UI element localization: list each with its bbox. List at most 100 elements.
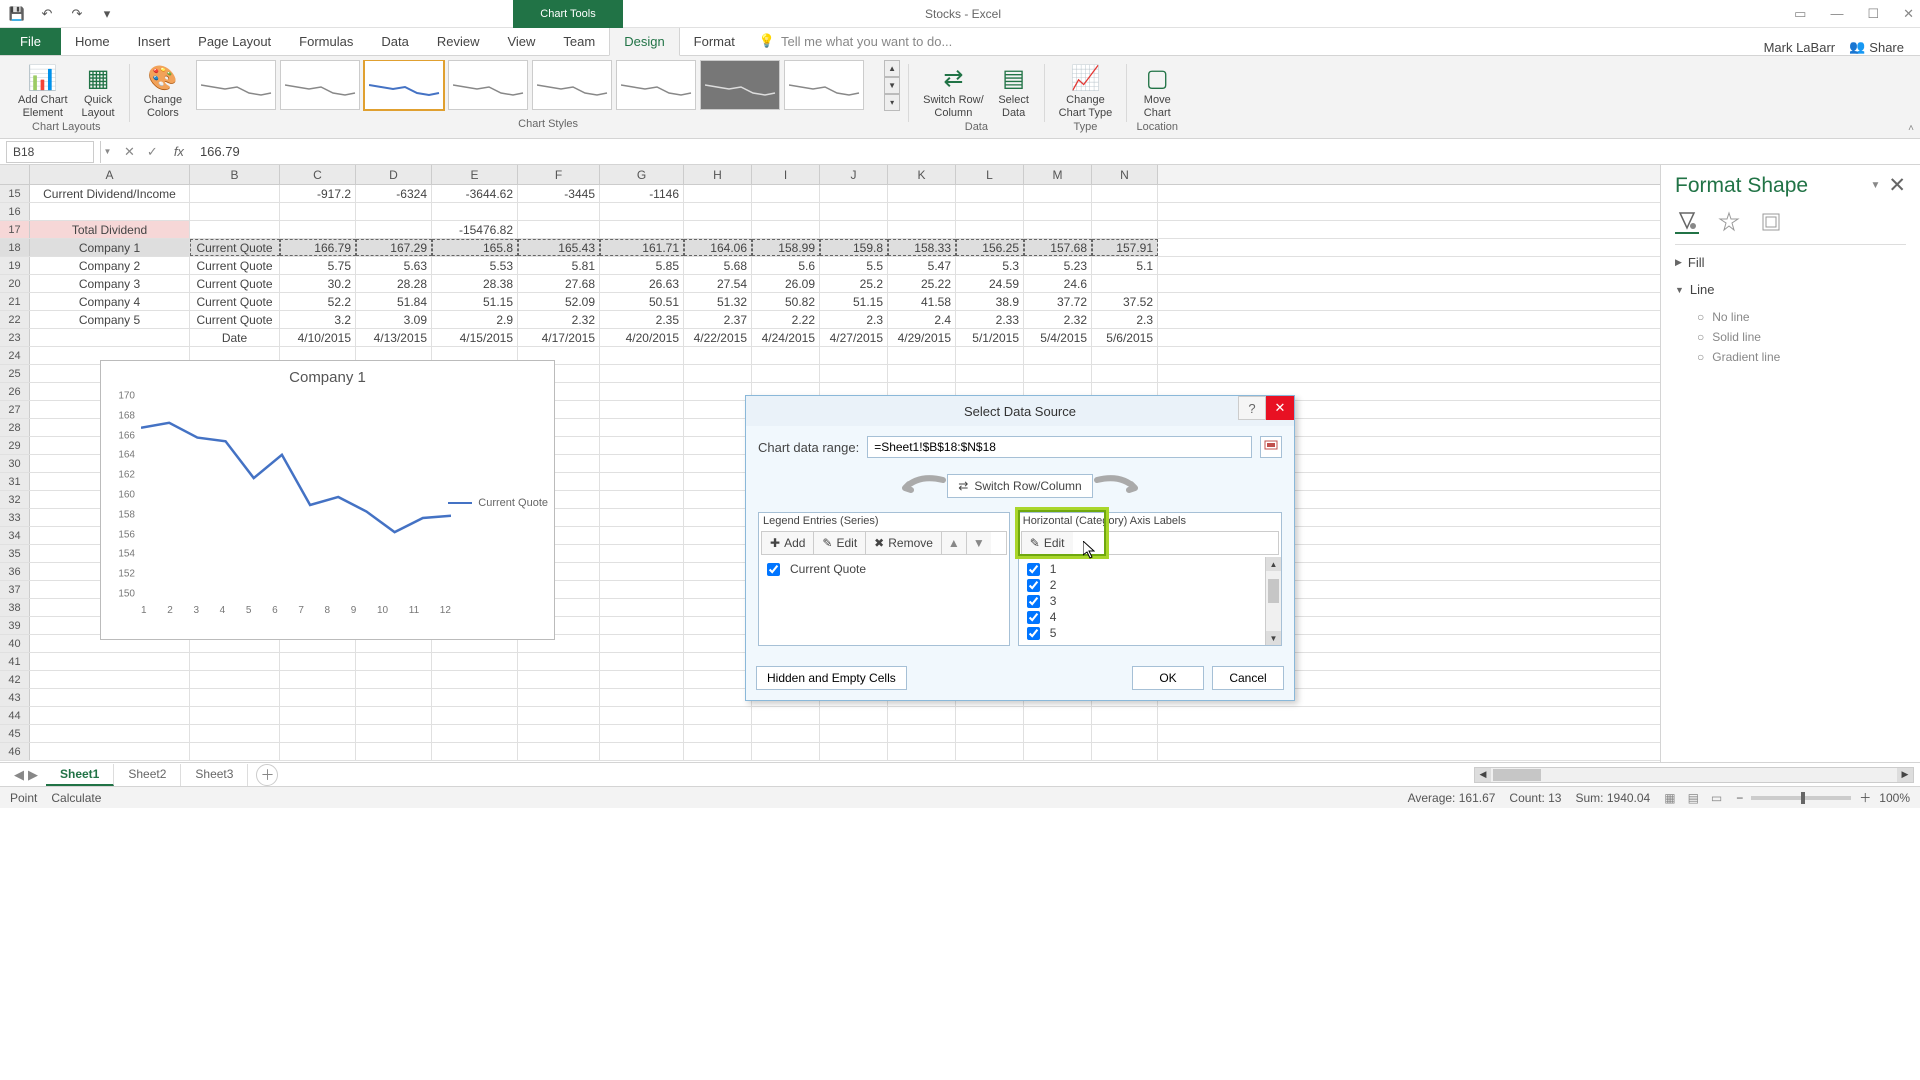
row-header[interactable]: 15 [0, 185, 30, 202]
fill-line-tab-icon[interactable] [1675, 210, 1699, 234]
cell[interactable] [888, 221, 956, 238]
chart-style-thumb[interactable] [448, 60, 528, 110]
close-icon[interactable]: ✕ [1903, 6, 1914, 22]
series-edit-button[interactable]: ✎Edit [814, 532, 866, 554]
page-layout-view-icon[interactable]: ▤ [1688, 791, 1699, 805]
cell[interactable] [1024, 365, 1092, 382]
cell[interactable] [956, 707, 1024, 724]
cell[interactable]: 27.54 [684, 275, 752, 292]
row-header[interactable]: 31 [0, 473, 30, 490]
cell[interactable] [280, 653, 356, 670]
row-header[interactable]: 34 [0, 527, 30, 544]
cell[interactable] [432, 671, 518, 688]
change-colors-button[interactable]: 🎨Change Colors [138, 60, 189, 121]
redo-icon[interactable]: ↷ [68, 5, 86, 23]
row-header[interactable]: 43 [0, 689, 30, 706]
cell[interactable]: 38.9 [956, 293, 1024, 310]
cell[interactable] [752, 221, 820, 238]
cell[interactable]: 52.09 [518, 293, 600, 310]
cell[interactable] [888, 707, 956, 724]
fx-icon[interactable]: fx [168, 144, 190, 159]
cell[interactable] [280, 689, 356, 706]
cell[interactable] [956, 221, 1024, 238]
sheet-tab[interactable]: Sheet2 [114, 764, 181, 786]
cell[interactable]: Current Quote [190, 275, 280, 292]
row-header[interactable]: 32 [0, 491, 30, 508]
cell[interactable] [518, 689, 600, 706]
cell[interactable] [30, 689, 190, 706]
series-add-button[interactable]: ✚Add [762, 532, 814, 554]
column-header[interactable]: H [684, 165, 752, 184]
row-header[interactable]: 19 [0, 257, 30, 274]
zoom-out-icon[interactable]: − [1736, 791, 1743, 805]
row-header[interactable]: 45 [0, 725, 30, 742]
cell[interactable]: 165.43 [518, 239, 600, 256]
cell[interactable] [30, 671, 190, 688]
cell[interactable] [684, 221, 752, 238]
cell[interactable]: 5.3 [956, 257, 1024, 274]
row-header[interactable]: 28 [0, 419, 30, 436]
zoom-slider[interactable] [1751, 796, 1851, 800]
cell[interactable]: 27.68 [518, 275, 600, 292]
cell[interactable]: 52.2 [280, 293, 356, 310]
cell[interactable] [518, 707, 600, 724]
column-header[interactable]: A [30, 165, 190, 184]
cell[interactable]: 5.75 [280, 257, 356, 274]
cell[interactable] [518, 671, 600, 688]
row-header[interactable]: 44 [0, 707, 30, 724]
maximize-icon[interactable]: ☐ [1867, 6, 1879, 22]
cell[interactable] [356, 671, 432, 688]
cell[interactable]: 2.32 [518, 311, 600, 328]
tab-formulas[interactable]: Formulas [285, 28, 367, 55]
cell[interactable]: 28.38 [432, 275, 518, 292]
category-checkbox[interactable] [1027, 595, 1040, 608]
cell[interactable] [280, 743, 356, 760]
embedded-chart[interactable]: Company 1 170168166164162160158156154152… [100, 360, 555, 640]
cell[interactable] [956, 725, 1024, 742]
tab-view[interactable]: View [493, 28, 549, 55]
cell[interactable]: 2.3 [820, 311, 888, 328]
cell[interactable] [684, 653, 752, 670]
category-item[interactable]: 4 [1025, 609, 1263, 625]
cell[interactable] [820, 185, 888, 202]
cell[interactable] [684, 347, 752, 364]
cell[interactable]: Current Quote [190, 311, 280, 328]
cell[interactable] [1024, 185, 1092, 202]
cell[interactable] [518, 653, 600, 670]
row-header[interactable]: 35 [0, 545, 30, 562]
cell[interactable] [1092, 203, 1158, 220]
cell[interactable]: Company 3 [30, 275, 190, 292]
cell[interactable] [684, 365, 752, 382]
cell[interactable] [280, 707, 356, 724]
cell[interactable] [820, 707, 888, 724]
undo-icon[interactable]: ↶ [38, 5, 56, 23]
cell[interactable]: 3.09 [356, 311, 432, 328]
dialog-help-button[interactable]: ? [1238, 396, 1266, 420]
cell[interactable] [684, 743, 752, 760]
zoom-control[interactable]: − ＋ 100% [1736, 789, 1910, 806]
tab-file[interactable]: File [0, 28, 61, 55]
series-checkbox[interactable] [767, 563, 780, 576]
select-data-button[interactable]: ▤Select Data [992, 60, 1036, 121]
chart-style-gallery[interactable] [196, 60, 876, 118]
cell[interactable]: 37.52 [1092, 293, 1158, 310]
cell[interactable]: 4/13/2015 [356, 329, 432, 346]
cell[interactable]: 2.35 [600, 311, 684, 328]
cell[interactable] [752, 707, 820, 724]
cell[interactable]: -15476.82 [432, 221, 518, 238]
ok-button[interactable]: OK [1132, 666, 1204, 690]
cell[interactable]: 164.06 [684, 239, 752, 256]
column-header[interactable]: B [190, 165, 280, 184]
cell[interactable] [30, 653, 190, 670]
cell[interactable] [888, 185, 956, 202]
cell[interactable] [600, 527, 684, 544]
cell[interactable] [684, 527, 752, 544]
cell[interactable]: 2.9 [432, 311, 518, 328]
cell[interactable]: 28.28 [356, 275, 432, 292]
cell[interactable] [30, 329, 190, 346]
category-scrollbar[interactable]: ▲▼ [1265, 557, 1281, 645]
cell[interactable] [888, 347, 956, 364]
row-header[interactable]: 17 [0, 221, 30, 238]
cell[interactable] [356, 707, 432, 724]
cell[interactable] [600, 599, 684, 616]
